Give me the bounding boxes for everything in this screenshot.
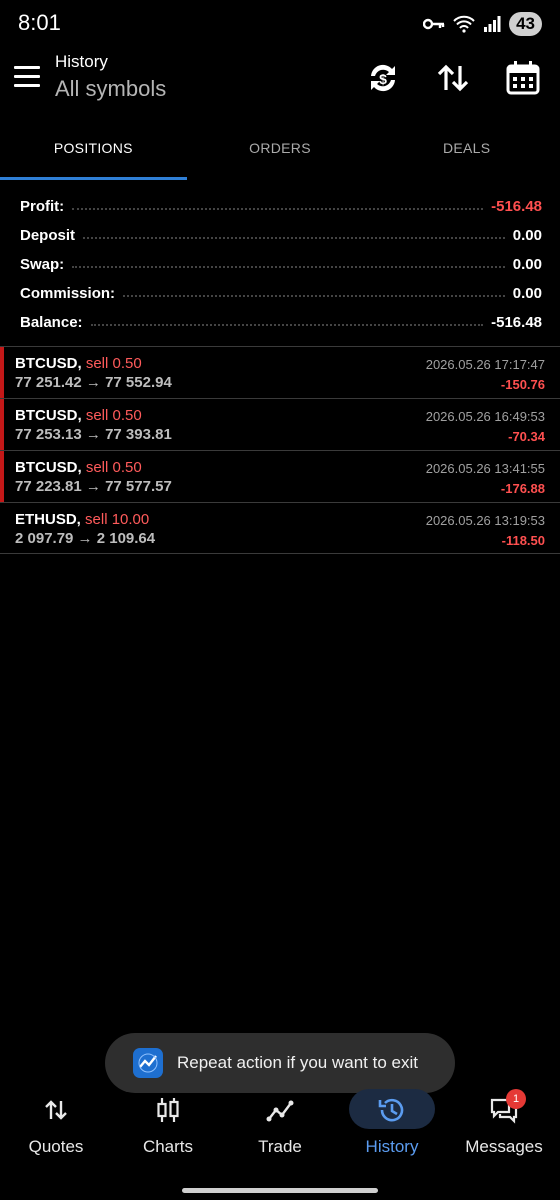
nav-label: Trade — [258, 1137, 302, 1156]
nav-history[interactable]: History — [336, 1085, 448, 1175]
history-tabs: POSITIONS ORDERS DEALS — [0, 122, 560, 180]
bottom-nav: Quotes Charts Trade History 1 Messages — [0, 1085, 560, 1175]
leader-dots — [83, 236, 505, 239]
deal-prices: 77 223.81 → 77 577.57 — [15, 478, 172, 495]
home-indicator[interactable] — [182, 1188, 378, 1193]
summary-label: Profit: — [20, 198, 65, 215]
leader-dots — [72, 265, 505, 268]
summary-value: 0.00 — [512, 227, 542, 244]
loss-marker — [0, 347, 4, 398]
nav-charts[interactable]: Charts — [112, 1085, 224, 1175]
symbol-text: BTCUSD, — [15, 355, 82, 372]
deal-prices: 77 251.42 → 77 552.94 — [15, 374, 172, 391]
list-item[interactable]: ETHUSD, sell 10.00 2 097.79 → 2 109.64 2… — [0, 502, 560, 554]
symbol-text: ETHUSD, — [15, 511, 81, 528]
sort-button[interactable] — [433, 58, 473, 98]
deal-profit: -70.34 — [508, 429, 545, 444]
tab-deals[interactable]: DEALS — [373, 122, 560, 180]
nav-label: History — [365, 1137, 419, 1156]
summary-commission: Commission: 0.00 — [20, 279, 542, 308]
deal-prices: 2 097.79 → 2 109.64 — [15, 530, 156, 547]
app-header: History All symbols $ — [0, 48, 560, 112]
symbol-text: BTCUSD, — [15, 459, 82, 476]
calendar-icon — [506, 61, 540, 95]
deal-datetime: 2026.05.26 13:19:53 — [425, 513, 545, 528]
summary-value: 0.00 — [512, 285, 542, 302]
signal-icon — [484, 16, 501, 32]
summary-balance: Balance: -516.48 — [20, 308, 542, 337]
leader-dots — [72, 207, 484, 210]
list-item[interactable]: BTCUSD, sell 0.50 77 223.81 → 77 577.57 … — [0, 450, 560, 502]
summary-swap: Swap: 0.00 — [20, 250, 542, 279]
toast-message: Repeat action if you want to exit — [177, 1053, 418, 1072]
tab-orders[interactable]: ORDERS — [187, 122, 374, 180]
battery-level: 43 — [509, 12, 542, 36]
deal-symbol: ETHUSD, sell 10.00 — [15, 511, 149, 528]
app-logo-icon — [133, 1048, 163, 1078]
deal-prices: 77 253.13 → 77 393.81 — [15, 426, 172, 443]
trade-icon — [266, 1100, 294, 1122]
deal-symbol: BTCUSD, sell 0.50 — [15, 407, 142, 424]
loss-marker — [0, 399, 4, 450]
summary-deposit: Deposit 0.00 — [20, 221, 542, 250]
deal-symbol: BTCUSD, sell 0.50 — [15, 459, 142, 476]
leader-dots — [90, 323, 484, 326]
summary-panel: Profit: -516.48 Deposit 0.00 Swap: 0.00 … — [20, 192, 542, 337]
symbol-filter[interactable]: All symbols — [55, 76, 166, 102]
summary-value: -516.48 — [491, 314, 542, 331]
deal-side: sell 0.50 — [85, 355, 142, 372]
nav-label: Charts — [142, 1137, 194, 1156]
deal-datetime: 2026.05.26 17:17:47 — [425, 357, 545, 372]
summary-label: Balance: — [20, 314, 83, 331]
calendar-button[interactable] — [503, 58, 543, 98]
nav-quotes[interactable]: Quotes — [0, 1085, 112, 1175]
quotes-icon — [45, 1100, 67, 1120]
deal-datetime: 2026.05.26 16:49:53 — [425, 409, 545, 424]
menu-icon[interactable] — [14, 66, 40, 88]
list-item[interactable]: BTCUSD, sell 0.50 77 253.13 → 77 393.81 … — [0, 398, 560, 450]
leader-dots — [123, 294, 505, 297]
nav-trade[interactable]: Trade — [224, 1085, 336, 1175]
wifi-icon — [453, 15, 475, 33]
exit-toast: Repeat action if you want to exit — [105, 1033, 455, 1093]
summary-value: -516.48 — [491, 198, 542, 215]
positions-list: BTCUSD, sell 0.50 77 251.42 → 77 552.94 … — [0, 346, 560, 554]
nav-label: Messages — [465, 1137, 543, 1156]
currency-exchange-icon: $ — [371, 64, 395, 92]
page-title: History — [55, 52, 108, 71]
summary-value: 0.00 — [512, 256, 542, 273]
unread-badge: 1 — [506, 1089, 526, 1109]
nav-label: Quotes — [28, 1137, 84, 1156]
loss-marker — [0, 451, 4, 502]
summary-label: Deposit — [20, 227, 76, 244]
currency-exchange-button[interactable]: $ — [363, 58, 403, 98]
summary-label: Commission: — [20, 285, 116, 302]
status-bar: 8:01 43 — [0, 0, 560, 48]
status-icons: 43 — [423, 12, 542, 36]
nav-messages[interactable]: 1 Messages — [448, 1085, 560, 1175]
deal-side: sell 0.50 — [85, 407, 142, 424]
list-item[interactable]: BTCUSD, sell 0.50 77 251.42 → 77 552.94 … — [0, 346, 560, 398]
sort-icon — [437, 64, 469, 92]
deal-profit: -118.50 — [501, 533, 545, 548]
symbol-text: BTCUSD, — [15, 407, 82, 424]
deal-profit: -150.76 — [500, 377, 545, 392]
tab-positions[interactable]: POSITIONS — [0, 122, 187, 180]
deal-profit: -176.88 — [500, 481, 545, 496]
vpn-key-icon — [423, 18, 445, 30]
svg-text:$: $ — [379, 71, 387, 87]
charts-icon — [157, 1098, 179, 1122]
deal-symbol: BTCUSD, sell 0.50 — [15, 355, 142, 372]
deal-side: sell 10.00 — [85, 511, 150, 528]
status-time: 8:01 — [18, 10, 61, 35]
summary-profit: Profit: -516.48 — [20, 192, 542, 221]
deal-datetime: 2026.05.26 13:41:55 — [425, 461, 545, 476]
summary-label: Swap: — [20, 256, 65, 273]
deal-side: sell 0.50 — [85, 459, 142, 476]
history-icon — [378, 1098, 404, 1122]
